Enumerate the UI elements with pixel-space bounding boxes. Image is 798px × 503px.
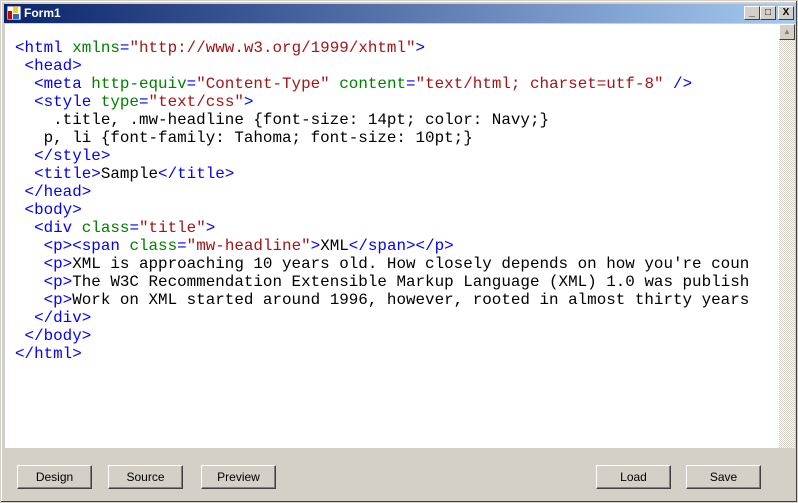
code-token: http-equiv — [91, 75, 187, 93]
code-line: </head> — [15, 183, 749, 201]
code-token: > — [205, 219, 216, 237]
code-token: <title> — [15, 165, 101, 183]
code-token: content — [339, 75, 407, 93]
code-line: <head> — [15, 57, 749, 75]
code-token: <style — [15, 93, 101, 111]
code-token: = — [177, 237, 187, 255]
code-token: "text/html; charset=utf-8" — [415, 75, 664, 93]
code-token: = — [186, 75, 197, 93]
code-token: </span></p> — [348, 237, 454, 255]
code-token: > — [310, 237, 321, 255]
code-token: <div — [15, 219, 82, 237]
code-token: "http://www.w3.org/1999/xhtml" — [129, 39, 416, 57]
title-bar[interactable]: Form1 _ □ X — [4, 4, 796, 23]
code-token: </style> — [15, 147, 111, 165]
code-token: </div> — [15, 309, 92, 327]
code-line: <body> — [15, 201, 749, 219]
code-token: <head> — [15, 57, 82, 75]
code-token: Sample — [100, 165, 159, 183]
preview-button[interactable]: Preview — [201, 465, 276, 489]
code-line: <p>XML is approaching 10 years old. How … — [15, 255, 750, 273]
code-token: </head> — [15, 183, 92, 201]
code-token: "title" — [139, 219, 206, 237]
source-editor[interactable]: <html xmlns = "http://www.w3.org/1999/xhtm… — [5, 24, 779, 448]
code-token: <html — [15, 39, 73, 57]
scroll-up-icon[interactable]: ▲ — [779, 24, 795, 40]
code-line: p, li {font-family: Tahoma; font-size: 1… — [15, 129, 749, 147]
window-title: Form1 — [24, 6, 61, 20]
code-line: <meta http-equiv="Content-Type" content=… — [15, 75, 749, 93]
code-line: <div class="title"> — [15, 219, 749, 237]
code-token: = — [138, 93, 149, 111]
maximize-button[interactable]: □ — [760, 6, 776, 20]
code-token: </body> — [15, 327, 92, 345]
form1-window: Form1 _ □ X <html xmlns = "http://www.w3.o… — [0, 0, 798, 503]
code-token: XML — [320, 237, 349, 255]
code-token: The W3C Recommendation Extensible Markup… — [72, 273, 750, 291]
code-token: > — [243, 93, 254, 111]
design-button[interactable]: Design — [17, 465, 92, 489]
code-token: <p> — [15, 255, 73, 273]
code-token: <meta — [15, 75, 92, 93]
close-button[interactable]: X — [778, 6, 794, 20]
minimize-button[interactable]: _ — [744, 6, 760, 20]
code-token: class — [129, 237, 178, 255]
code-line: <style type="text/css"> — [15, 93, 749, 111]
code-token: <p> — [15, 291, 73, 309]
code-line: <p>Work on XML started around 1996, howe… — [15, 291, 750, 309]
code-token: "mw-headline" — [186, 237, 311, 255]
code-token: Work on XML started around 1996, however… — [72, 291, 750, 309]
code-line: </div> — [15, 309, 749, 327]
code-line: .title, .mw-headline {font-size: 14pt; c… — [15, 111, 749, 129]
code-token: XML is approaching 10 years old. How clo… — [72, 255, 750, 273]
code-token: type — [100, 93, 139, 111]
code-token: <p> — [15, 273, 73, 291]
vertical-scrollbar[interactable]: ▲ — [779, 24, 795, 448]
app-icon — [7, 6, 21, 20]
code-token: = — [406, 75, 416, 93]
code-token: > — [415, 39, 426, 57]
code-line: </body> — [15, 327, 749, 345]
source-button[interactable]: Source — [108, 465, 183, 489]
code-text: <html xmlns = "http://www.w3.org/1999/xhtm… — [15, 39, 749, 363]
code-token: class — [81, 219, 130, 237]
code-token: <body> — [15, 201, 82, 219]
code-line: </html> — [15, 345, 749, 363]
code-line: <title>Sample</title> — [15, 165, 749, 183]
save-button[interactable]: Save — [686, 465, 761, 489]
load-button[interactable]: Load — [596, 465, 671, 489]
code-token: <p><span — [15, 237, 130, 255]
code-token: </title> — [158, 165, 235, 183]
code-token: .title, .mw-headline {font-size: 14pt; c… — [15, 111, 550, 129]
code-token: /> — [663, 75, 693, 93]
code-token: = — [129, 219, 139, 237]
code-token: "text/css" — [148, 93, 244, 111]
code-line: </style> — [15, 147, 749, 165]
code-token: "Content-Type" — [196, 75, 330, 93]
code-line: <html xmlns="http://www.w3.org/1999/xhtm… — [15, 39, 749, 57]
code-token: p, li {font-family: Tahoma; font-size: 1… — [15, 129, 473, 147]
code-line: <p>The W3C Recommendation Extensible Mar… — [15, 273, 750, 291]
code-token: xmlns — [72, 39, 120, 57]
code-token: </html> — [15, 345, 82, 363]
code-line: <p><span class="mw-headline">XML</span><… — [15, 237, 749, 255]
